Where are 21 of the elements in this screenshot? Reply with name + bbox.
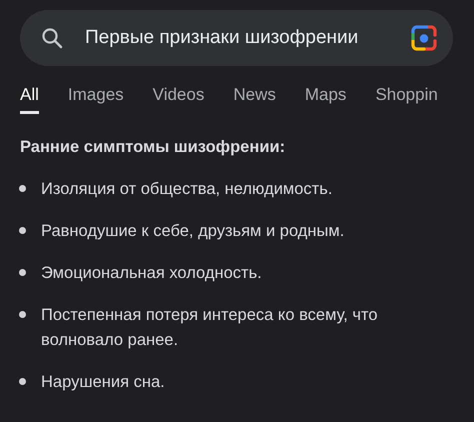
bullet-icon: [19, 378, 26, 385]
bullet-icon: [19, 311, 26, 318]
search-bar[interactable]: Первые признаки шизофрении: [20, 10, 453, 66]
bullet-icon: [19, 185, 26, 192]
tab[interactable]: News: [233, 85, 276, 114]
tab[interactable]: Videos: [152, 85, 204, 114]
tab[interactable]: All: [20, 85, 39, 114]
camera-icon[interactable]: [409, 23, 439, 53]
list-item: Равнодушие к себе, друзьям и родным.: [41, 221, 344, 242]
list-item: Изоляция от общества, нелюдимость.: [41, 179, 332, 200]
bullet-icon: [19, 269, 26, 276]
list-item: Постепенная потеря интереса ко всему, что волновало ранее.: [41, 305, 379, 351]
snippet-heading: Ранние симптомы шизофрении:: [20, 138, 286, 157]
bullet-icon: [19, 227, 26, 234]
tab[interactable]: Maps: [304, 85, 346, 114]
search-field[interactable]: Первые признаки шизофрении: [64, 27, 409, 49]
list-item: Эмоциональная холодность.: [41, 263, 262, 284]
search-icon[interactable]: [40, 26, 64, 50]
tab[interactable]: Images: [68, 85, 124, 114]
list-item: Нарушения сна.: [41, 372, 165, 393]
tab[interactable]: Shoppin: [375, 85, 438, 114]
